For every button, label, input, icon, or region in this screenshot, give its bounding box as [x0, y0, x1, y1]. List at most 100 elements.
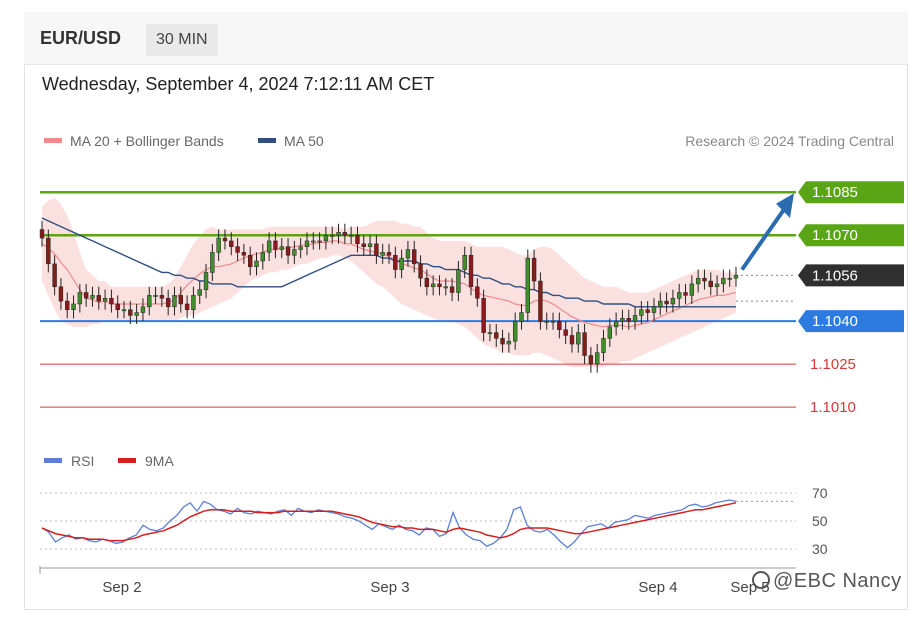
candle-body-15 — [128, 309, 133, 316]
candle-body-107 — [708, 280, 713, 288]
rsi-tick-50: 50 — [812, 513, 828, 529]
candle-body-64 — [437, 283, 442, 288]
weibo-icon — [752, 571, 770, 589]
candle-body-94 — [626, 318, 631, 322]
candle-body-67 — [456, 269, 461, 293]
candle-body-42 — [298, 246, 303, 250]
candle-body-69 — [468, 255, 474, 288]
candle-body-27 — [203, 272, 209, 290]
candle-body-106 — [702, 277, 707, 282]
candle-body-9 — [90, 295, 95, 299]
candle-body-35 — [254, 260, 259, 267]
candle-body-100 — [664, 300, 669, 305]
candle-body-83 — [557, 320, 562, 330]
candle-body-26 — [197, 289, 202, 296]
candle-body-34 — [248, 255, 253, 267]
candle-body-85 — [569, 335, 575, 345]
candle-body-84 — [563, 329, 568, 336]
candle-body-73 — [494, 332, 499, 339]
candle-body-65 — [443, 286, 448, 289]
candle-body-96 — [639, 309, 644, 316]
rsi-tick-30: 30 — [812, 541, 828, 557]
candle-body-43 — [304, 240, 310, 247]
candle-body-110 — [727, 277, 732, 280]
level-label-1-1040: 1.1040 — [812, 313, 858, 330]
candle-body-68 — [462, 255, 467, 270]
candle-body-18 — [147, 295, 152, 308]
candle-body-10 — [96, 295, 101, 302]
candle-body-44 — [311, 240, 316, 243]
candle-body-75 — [506, 340, 512, 345]
watermark-text: @EBC Nancy — [773, 570, 902, 592]
candle-body-4 — [58, 286, 64, 302]
candle-body-72 — [487, 332, 493, 335]
candle-body-20 — [159, 295, 165, 299]
candle-body-102 — [677, 292, 682, 299]
x-tick-label-3: Sep 4 — [638, 579, 677, 596]
legend-swatch-2 — [258, 138, 276, 143]
candle-body-61 — [418, 263, 423, 279]
candle-body-95 — [632, 315, 638, 322]
watermark: @EBC Nancy — [752, 570, 902, 593]
candle-body-49 — [342, 232, 348, 236]
legend-label-1: MA 20 + Bollinger Bands — [70, 133, 224, 149]
candle-body-47 — [330, 234, 335, 237]
candle-body-93 — [620, 318, 625, 322]
candle-body-12 — [109, 297, 114, 305]
candle-body-3 — [52, 263, 57, 288]
x-tick-label-2: Sep 3 — [370, 579, 409, 596]
candle-body-70 — [475, 286, 480, 299]
candle-body-23 — [178, 295, 183, 305]
candle-body-13 — [115, 303, 120, 310]
candle-body-21 — [165, 297, 171, 308]
candle-body-33 — [241, 252, 247, 256]
candle-body-2 — [46, 237, 51, 265]
candle-body-50 — [348, 234, 354, 237]
candle-body-40 — [285, 246, 291, 256]
candle-body-28 — [210, 252, 215, 273]
candle-body-88 — [588, 355, 594, 365]
copyright-label: Research © 2024 Trading Central — [685, 133, 894, 149]
candle-body-37 — [266, 240, 272, 253]
candle-body-25 — [191, 295, 196, 310]
candle-body-45 — [317, 240, 322, 243]
forecast-arrow-line — [740, 205, 788, 271]
candle-body-76 — [512, 320, 518, 342]
candle-body-103 — [683, 292, 688, 296]
candle-body-71 — [481, 297, 486, 333]
candle-body-56 — [386, 252, 392, 256]
candle-body-86 — [576, 332, 581, 345]
candle-body-24 — [184, 303, 190, 310]
level-label-1-1070: 1.1070 — [812, 227, 858, 244]
candle-body-108 — [714, 283, 720, 288]
candle-body-55 — [380, 252, 385, 256]
rsi-ma-line — [41, 502, 737, 542]
candle-body-101 — [670, 297, 676, 305]
candle-body-105 — [695, 277, 701, 285]
candle-body-17 — [140, 306, 146, 313]
rsi-legend-label-1: RSI — [71, 453, 94, 469]
candle-body-87 — [582, 332, 587, 356]
candle-body-57 — [393, 255, 398, 270]
candle-body-62 — [424, 277, 430, 288]
candle-body-59 — [405, 249, 411, 259]
rsi-legend-swatch-1 — [44, 458, 62, 463]
candle-body-77 — [519, 312, 524, 322]
candle-body-6 — [71, 303, 76, 310]
candle-body-48 — [336, 232, 341, 236]
candle-body-19 — [153, 295, 158, 297]
candle-body-91 — [607, 326, 613, 339]
candle-body-63 — [430, 283, 436, 288]
candle-body-78 — [525, 257, 530, 313]
candle-body-79 — [531, 257, 537, 282]
candle-body-46 — [323, 234, 329, 242]
rsi-tick-70: 70 — [812, 485, 828, 501]
candle-body-82 — [550, 320, 556, 323]
candle-body-109 — [721, 277, 726, 285]
candle-body-90 — [601, 338, 606, 353]
candle-body-11 — [102, 297, 108, 302]
candle-body-1 — [39, 229, 45, 239]
level-label-1-1025: 1.1025 — [810, 356, 856, 373]
candle-body-98 — [651, 306, 657, 313]
price-chart: MA 20 + Bollinger Bands MA 50 Research © 2… — [39, 133, 904, 596]
